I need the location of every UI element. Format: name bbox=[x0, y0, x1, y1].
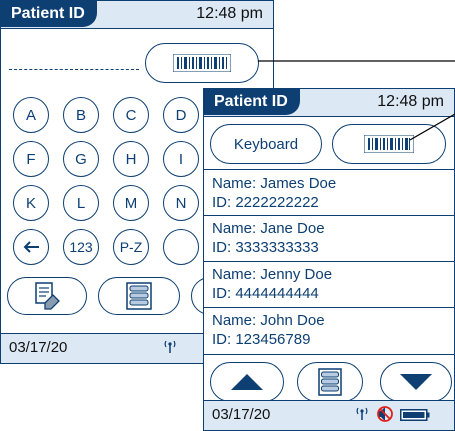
key-b[interactable]: B bbox=[63, 97, 99, 133]
key-label: B bbox=[75, 106, 86, 124]
header: Patient ID 12:48 pm bbox=[1, 1, 273, 29]
key-k[interactable]: K bbox=[13, 185, 49, 221]
no-sound-icon bbox=[377, 406, 393, 422]
patient-id: ID: 123456789 bbox=[212, 331, 311, 348]
key-f[interactable]: F bbox=[13, 141, 49, 177]
divider bbox=[204, 215, 454, 216]
key-label: G bbox=[75, 150, 87, 168]
callout-line bbox=[410, 113, 455, 141]
key-l[interactable]: L bbox=[63, 185, 99, 221]
key-m[interactable]: M bbox=[113, 185, 149, 221]
divider bbox=[204, 354, 454, 355]
key-c[interactable]: C bbox=[113, 97, 149, 133]
key-i[interactable]: I bbox=[163, 141, 199, 177]
key-label: L bbox=[76, 194, 86, 212]
backspace-key[interactable] bbox=[13, 229, 49, 265]
patient-name: Name: John Doe bbox=[212, 312, 325, 329]
scroll-down-icon bbox=[400, 374, 432, 390]
key-label: C bbox=[125, 106, 137, 124]
key-123[interactable]: 123 bbox=[63, 229, 99, 265]
divider bbox=[204, 261, 454, 262]
list-button[interactable] bbox=[297, 362, 363, 402]
scroll-up-icon bbox=[231, 374, 263, 390]
key-h[interactable]: H bbox=[113, 141, 149, 177]
key-label: A bbox=[25, 106, 36, 124]
patient-name: Name: Jane Doe bbox=[212, 220, 325, 237]
patient-row[interactable]: Name: John Doe ID: 123456789 bbox=[204, 309, 454, 353]
edit-eraser-icon bbox=[35, 282, 60, 310]
scroll-down-button[interactable] bbox=[380, 362, 452, 402]
key-d[interactable]: D bbox=[163, 97, 199, 133]
status-bar: 03/17/20 bbox=[204, 400, 454, 430]
key-label: P-Z bbox=[119, 239, 143, 255]
key-g[interactable]: G bbox=[63, 141, 99, 177]
barcode-button[interactable] bbox=[145, 43, 259, 83]
scroll-up-button[interactable] bbox=[210, 362, 284, 402]
date: 03/17/20 bbox=[212, 406, 271, 423]
key-a[interactable]: A bbox=[13, 97, 49, 133]
callout-line bbox=[258, 60, 455, 62]
id-entry-field[interactable] bbox=[9, 69, 139, 70]
patient-id: ID: 3333333333 bbox=[212, 239, 319, 256]
list-button[interactable] bbox=[98, 277, 180, 315]
antenna-icon bbox=[164, 340, 176, 353]
patient-row[interactable]: Name: Jane Doe ID: 3333333333 bbox=[204, 217, 454, 261]
edit-button[interactable] bbox=[7, 277, 87, 315]
key-label: N bbox=[175, 194, 187, 212]
key-n[interactable]: N bbox=[163, 185, 199, 221]
key-label: 123 bbox=[69, 239, 93, 255]
backspace-arrow-icon bbox=[23, 241, 39, 253]
battery-icon bbox=[400, 409, 430, 421]
patient-id: ID: 2222222222 bbox=[212, 194, 319, 211]
clock: 12:48 pm bbox=[196, 5, 263, 22]
patient-row[interactable]: Name: Jenny Doe ID: 4444444444 bbox=[204, 263, 454, 307]
key-label: D bbox=[175, 106, 187, 124]
patient-name: Name: Jenny Doe bbox=[212, 266, 333, 283]
antenna-icon bbox=[356, 407, 368, 420]
key-label: F bbox=[26, 150, 36, 168]
key-label: M bbox=[124, 194, 138, 212]
patient-row[interactable]: Name: James Doe ID: 2222222222 bbox=[204, 171, 454, 215]
key-p-z[interactable]: P-Z bbox=[113, 229, 149, 265]
keyboard-button-label: Keyboard bbox=[233, 135, 299, 153]
key-label: K bbox=[25, 194, 36, 212]
page-title: Patient ID bbox=[204, 89, 300, 115]
patient-name: Name: James Doe bbox=[212, 175, 337, 192]
divider bbox=[204, 307, 454, 308]
page-title: Patient ID bbox=[1, 1, 97, 27]
barcode-icon bbox=[173, 54, 231, 72]
list-icon bbox=[318, 368, 342, 396]
list-icon bbox=[126, 282, 152, 310]
key-label: H bbox=[125, 150, 137, 168]
key-blank[interactable] bbox=[163, 229, 199, 265]
date: 03/17/20 bbox=[9, 339, 68, 356]
patient-id: ID: 4444444444 bbox=[212, 285, 319, 302]
key-label: I bbox=[178, 150, 184, 168]
barcode-icon bbox=[364, 135, 414, 153]
keyboard-button[interactable]: Keyboard bbox=[210, 124, 322, 164]
divider bbox=[204, 169, 454, 170]
